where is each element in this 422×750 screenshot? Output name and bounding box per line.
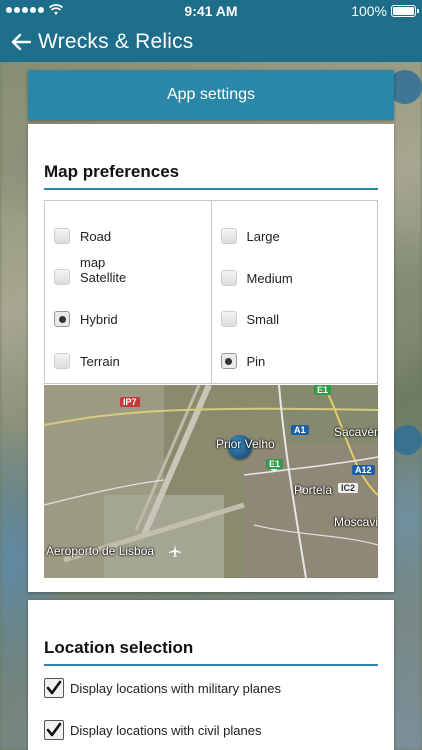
option-label: Small bbox=[246, 311, 280, 327]
map-type-column: Road map Satellite Hybrid Terrain bbox=[45, 201, 211, 383]
radio-hybrid[interactable] bbox=[54, 311, 70, 327]
road-badge: E1 bbox=[266, 459, 284, 469]
radio-satellite[interactable] bbox=[54, 269, 70, 285]
section-title-location-selection: Location selection bbox=[44, 638, 378, 666]
settings-header: App settings bbox=[28, 70, 394, 120]
option-label: Hybrid bbox=[80, 311, 118, 327]
radio-road[interactable] bbox=[54, 228, 70, 244]
option-terrain[interactable]: Terrain bbox=[54, 353, 120, 369]
checkbox-label: Display locations with military planes bbox=[70, 680, 281, 696]
map-label: Moscavide bbox=[334, 515, 378, 529]
road-badge: A1 bbox=[291, 425, 309, 435]
checkbox-label: Display locations with civil planes bbox=[70, 722, 262, 738]
road-badge: A12 bbox=[352, 465, 375, 475]
status-time: 9:41 AM bbox=[184, 3, 238, 19]
radio-large[interactable] bbox=[220, 228, 237, 244]
map-marker-blob bbox=[392, 425, 422, 455]
wifi-icon bbox=[49, 4, 63, 16]
location-selection-panel: Location selection Display locations wit… bbox=[28, 600, 394, 750]
checkbox-military-planes[interactable]: Display locations with military planes bbox=[44, 678, 281, 698]
option-small[interactable]: Small bbox=[220, 311, 280, 327]
settings-header-label: App settings bbox=[166, 86, 256, 103]
marker-size-column: Large Medium Small Pin bbox=[210, 201, 378, 383]
airplane-icon bbox=[168, 544, 182, 558]
map-label: Sacavém bbox=[334, 425, 378, 439]
app-bar: Wrecks & Relics bbox=[0, 22, 422, 62]
option-medium[interactable]: Medium bbox=[220, 270, 293, 286]
option-label: Terrain bbox=[80, 353, 120, 369]
option-label: Medium bbox=[246, 270, 293, 286]
map-label: Aeroporto de Lisboa bbox=[46, 544, 155, 558]
option-road[interactable]: Road bbox=[54, 228, 111, 244]
option-hybrid[interactable]: Hybrid bbox=[54, 311, 118, 327]
map-label: Prior Velho bbox=[216, 437, 275, 451]
option-satellite[interactable]: map Satellite bbox=[54, 255, 126, 285]
checkbox[interactable] bbox=[44, 678, 64, 698]
option-label: Road bbox=[80, 228, 112, 244]
map-preview[interactable]: Prior Velho Portela Sacavém Moscavide Ae… bbox=[44, 385, 378, 578]
checkbox[interactable] bbox=[44, 720, 64, 740]
option-label: Large bbox=[246, 228, 280, 244]
map-options-grid: Road map Satellite Hybrid Terrain Large bbox=[44, 200, 378, 384]
battery-icon bbox=[391, 5, 419, 17]
option-large[interactable]: Large bbox=[220, 228, 280, 244]
road-badge: IP7 bbox=[120, 397, 140, 407]
checkmark-icon bbox=[46, 722, 62, 737]
map-label: Portela bbox=[294, 483, 333, 497]
option-label: Pin bbox=[246, 353, 266, 369]
signal-dots-icon bbox=[6, 7, 44, 13]
battery-percent: 100% bbox=[351, 3, 387, 19]
arrow-left-icon[interactable] bbox=[6, 27, 36, 57]
section-title-map-preferences: Map preferences bbox=[44, 162, 378, 190]
road-badge: IC2 bbox=[338, 483, 359, 493]
option-pin[interactable]: Pin bbox=[220, 353, 266, 369]
checkbox-civil-planes[interactable]: Display locations with civil planes bbox=[44, 720, 261, 740]
road-badge: E1 bbox=[314, 385, 332, 395]
checkmark-icon bbox=[46, 680, 62, 695]
radio-medium[interactable] bbox=[220, 270, 237, 286]
radio-terrain[interactable] bbox=[54, 353, 70, 369]
app-title: Wrecks & Relics bbox=[38, 30, 194, 53]
radio-pin[interactable] bbox=[220, 353, 237, 369]
option-label: map Satellite bbox=[80, 255, 127, 285]
map-preferences-panel: Map preferences Road map Satellite Hybri… bbox=[28, 124, 394, 592]
radio-small[interactable] bbox=[220, 311, 237, 327]
status-bar: 9:41 AM 100% bbox=[0, 0, 422, 22]
